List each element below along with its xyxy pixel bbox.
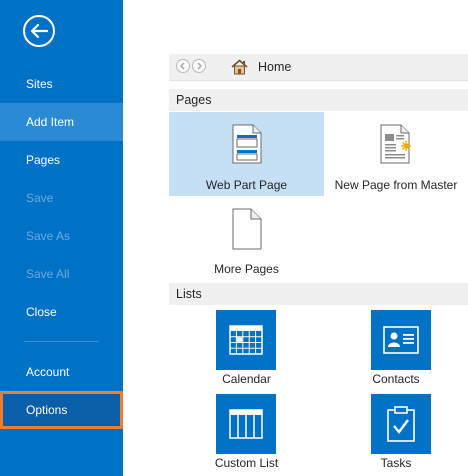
section-title: Pages	[176, 93, 212, 107]
nav-item-pages[interactable]: Pages	[0, 141, 123, 179]
chevron-left-icon	[180, 62, 185, 70]
section-header-pages: Pages	[169, 89, 468, 111]
nav-item-label: Pages	[26, 153, 61, 167]
tile-calendar[interactable]: Calendar	[169, 306, 324, 390]
nav-item-save: Save	[0, 179, 123, 217]
tile-label: Tasks	[380, 456, 412, 470]
tile-web-part-page[interactable]: Web Part Page	[169, 112, 324, 196]
backstage-sidebar: Sites Add Item Pages Save Save As Save A…	[0, 0, 123, 476]
nav-item-label: Options	[26, 403, 68, 417]
nav-forward-button[interactable]	[192, 59, 206, 73]
tile-custom-list[interactable]: Custom List	[169, 391, 324, 475]
nav-item-label: Save As	[26, 229, 71, 243]
nav-item-label: Account	[26, 365, 70, 379]
nav-item-save-all: Save All	[0, 255, 123, 293]
custom-list-icon	[229, 409, 263, 439]
tile-new-page-from-master[interactable]: New Page from Master	[324, 112, 468, 196]
back-button[interactable]	[23, 15, 55, 47]
nav-item-add-item[interactable]: Add Item	[0, 103, 123, 141]
tile-more-pages[interactable]: More Pages	[169, 198, 324, 280]
custom-list-icon-box	[216, 394, 276, 454]
breadcrumb: Home	[169, 54, 468, 81]
nav-item-options[interactable]: Options	[0, 391, 123, 429]
nav-divider	[24, 341, 98, 342]
nav-item-label: Add Item	[26, 115, 75, 129]
contacts-icon	[383, 326, 419, 354]
home-icon[interactable]	[231, 59, 248, 75]
section-title: Lists	[176, 287, 202, 301]
back-arrow-icon	[30, 24, 48, 38]
section-header-lists: Lists	[169, 283, 468, 305]
blank-page-icon	[232, 208, 262, 250]
calendar-icon	[229, 325, 263, 355]
nav-item-label: Save	[26, 191, 54, 205]
tile-label: Custom List	[214, 456, 279, 470]
web-part-page-icon	[232, 124, 262, 164]
contacts-icon-box	[371, 310, 431, 370]
nav-item-account[interactable]: Account	[0, 353, 123, 391]
tile-label: Calendar	[222, 372, 271, 386]
tasks-icon	[387, 406, 415, 442]
breadcrumb-label[interactable]: Home	[258, 60, 291, 74]
tile-label: New Page from Master	[334, 178, 458, 192]
tile-tasks[interactable]: Tasks	[324, 391, 468, 475]
tasks-icon-box	[371, 394, 431, 454]
tile-contacts[interactable]: Contacts	[324, 306, 468, 390]
nav-item-sites[interactable]: Sites	[0, 65, 123, 103]
tile-label: Web Part Page	[205, 178, 288, 192]
calendar-icon-box	[216, 310, 276, 370]
chevron-right-icon	[197, 62, 202, 70]
tile-label: More Pages	[214, 262, 279, 276]
nav-item-label: Sites	[26, 77, 53, 91]
nav-item-save-as: Save As	[0, 217, 123, 255]
nav-back-button[interactable]	[176, 59, 190, 73]
page-from-master-icon	[380, 124, 411, 164]
nav-item-close[interactable]: Close	[0, 293, 123, 331]
nav-item-label: Close	[26, 305, 57, 319]
nav-item-label: Save All	[26, 267, 70, 281]
tile-label: Contacts	[372, 372, 420, 386]
